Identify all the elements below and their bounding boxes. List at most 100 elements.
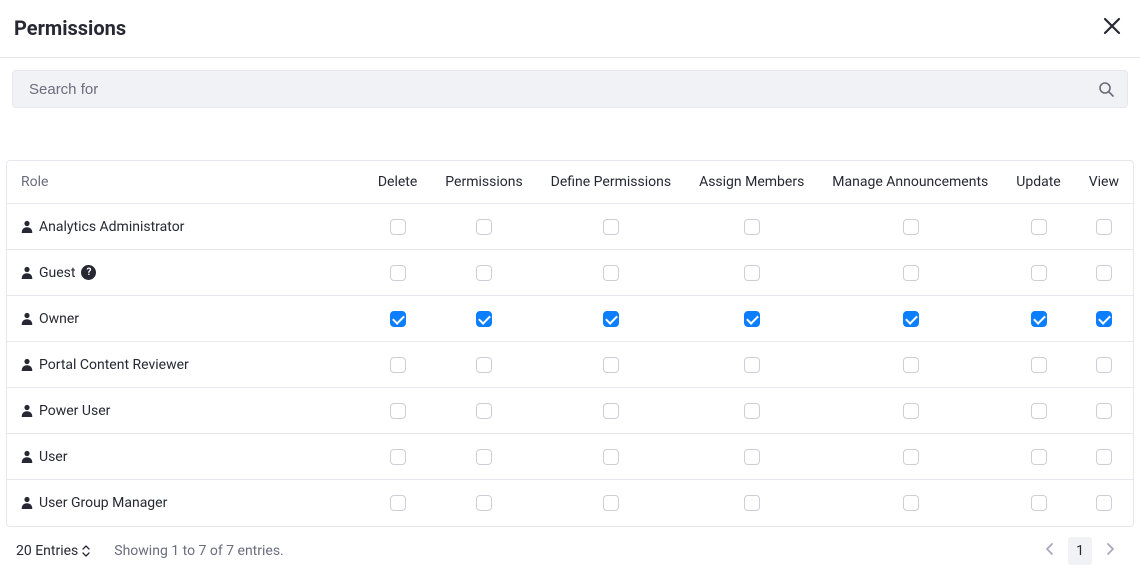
permission-cell [1002, 296, 1074, 342]
role-name: Power User [39, 403, 110, 419]
checkbox-permissions[interactable] [476, 403, 492, 419]
checkbox-define-permissions[interactable] [603, 495, 619, 511]
checkbox-update[interactable] [1031, 265, 1047, 281]
checkbox-delete[interactable] [390, 403, 406, 419]
person-icon [21, 312, 33, 325]
permission-cell [364, 250, 431, 296]
checkbox-update[interactable] [1031, 357, 1047, 373]
checkbox-permissions[interactable] [476, 495, 492, 511]
role-name: Owner [39, 311, 79, 327]
permission-cell [431, 480, 536, 526]
person-icon [21, 450, 33, 463]
checkbox-assign-members[interactable] [744, 311, 760, 327]
permission-cell [1075, 480, 1133, 526]
person-icon [21, 404, 33, 417]
checkbox-view[interactable] [1096, 219, 1112, 235]
permission-cell [818, 434, 1002, 480]
checkbox-manage-announcements[interactable] [903, 265, 919, 281]
permission-cell [1075, 250, 1133, 296]
search-input[interactable] [13, 71, 1085, 107]
permission-cell [431, 204, 536, 250]
permission-cell [685, 250, 818, 296]
checkbox-permissions[interactable] [476, 311, 492, 327]
checkbox-permissions[interactable] [476, 449, 492, 465]
checkbox-assign-members[interactable] [744, 449, 760, 465]
table-row: User Group Manager [7, 480, 1133, 526]
checkbox-view[interactable] [1096, 495, 1112, 511]
checkbox-update[interactable] [1031, 495, 1047, 511]
page-size-selector[interactable]: 20 Entries [16, 543, 90, 559]
column-header-delete[interactable]: Delete [364, 161, 431, 204]
checkbox-assign-members[interactable] [744, 265, 760, 281]
checkbox-update[interactable] [1031, 219, 1047, 235]
permission-cell [1075, 434, 1133, 480]
current-page[interactable]: 1 [1068, 537, 1092, 565]
search-icon[interactable] [1085, 81, 1127, 97]
checkbox-view[interactable] [1096, 403, 1112, 419]
checkbox-manage-announcements[interactable] [903, 219, 919, 235]
checkbox-define-permissions[interactable] [603, 357, 619, 373]
checkbox-define-permissions[interactable] [603, 265, 619, 281]
permission-cell [1002, 388, 1074, 434]
checkbox-define-permissions[interactable] [603, 449, 619, 465]
checkbox-define-permissions[interactable] [603, 311, 619, 327]
search-bar-wrap [0, 58, 1140, 120]
search-bar [12, 70, 1128, 108]
checkbox-delete[interactable] [390, 357, 406, 373]
checkbox-assign-members[interactable] [744, 357, 760, 373]
checkbox-permissions[interactable] [476, 357, 492, 373]
checkbox-view[interactable] [1096, 311, 1112, 327]
table-row: Guest? [7, 250, 1133, 296]
checkbox-delete[interactable] [390, 495, 406, 511]
permission-cell [364, 204, 431, 250]
checkbox-define-permissions[interactable] [603, 403, 619, 419]
column-header-manage-announcements[interactable]: Manage Announcements [818, 161, 1002, 204]
checkbox-manage-announcements[interactable] [903, 449, 919, 465]
next-page-button[interactable] [1096, 537, 1124, 565]
sort-icon [82, 545, 90, 557]
column-header-assign-members[interactable]: Assign Members [685, 161, 818, 204]
prev-page-button[interactable] [1036, 537, 1064, 565]
permission-cell [818, 388, 1002, 434]
permission-cell [1075, 296, 1133, 342]
permission-cell [685, 434, 818, 480]
checkbox-update[interactable] [1031, 449, 1047, 465]
checkbox-assign-members[interactable] [744, 403, 760, 419]
close-button[interactable] [1098, 12, 1126, 43]
column-header-update[interactable]: Update [1002, 161, 1074, 204]
checkbox-define-permissions[interactable] [603, 219, 619, 235]
checkbox-delete[interactable] [390, 311, 406, 327]
column-header-view[interactable]: View [1075, 161, 1133, 204]
checkbox-permissions[interactable] [476, 265, 492, 281]
table-footer: 20 Entries Showing 1 to 7 of 7 entries. … [0, 527, 1140, 565]
checkbox-assign-members[interactable] [744, 495, 760, 511]
column-header-permissions[interactable]: Permissions [431, 161, 536, 204]
checkbox-delete[interactable] [390, 219, 406, 235]
checkbox-view[interactable] [1096, 449, 1112, 465]
checkbox-view[interactable] [1096, 265, 1112, 281]
permission-cell [364, 342, 431, 388]
checkbox-delete[interactable] [390, 265, 406, 281]
role-cell: Portal Content Reviewer [7, 342, 364, 388]
permission-cell [818, 204, 1002, 250]
checkbox-delete[interactable] [390, 449, 406, 465]
table-row: Analytics Administrator [7, 204, 1133, 250]
column-header-define-permissions[interactable]: Define Permissions [537, 161, 685, 204]
checkbox-manage-announcements[interactable] [903, 403, 919, 419]
permission-cell [537, 434, 685, 480]
permission-cell [431, 296, 536, 342]
checkbox-update[interactable] [1031, 311, 1047, 327]
checkbox-view[interactable] [1096, 357, 1112, 373]
checkbox-manage-announcements[interactable] [903, 495, 919, 511]
page-title: Permissions [14, 16, 126, 40]
checkbox-manage-announcements[interactable] [903, 311, 919, 327]
checkbox-permissions[interactable] [476, 219, 492, 235]
column-header-role[interactable]: Role [7, 161, 364, 204]
help-icon[interactable]: ? [81, 265, 96, 280]
permission-cell [1075, 204, 1133, 250]
person-icon [21, 358, 33, 371]
checkbox-manage-announcements[interactable] [903, 357, 919, 373]
checkbox-update[interactable] [1031, 403, 1047, 419]
checkbox-assign-members[interactable] [744, 219, 760, 235]
permission-cell [1002, 480, 1074, 526]
